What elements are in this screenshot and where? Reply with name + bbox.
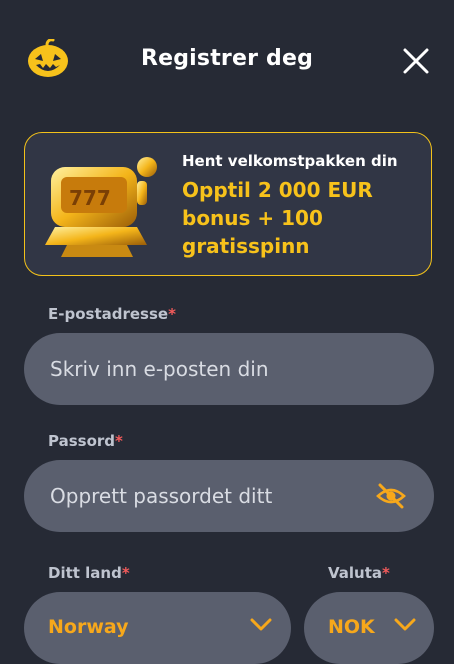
eye-off-icon[interactable] [376, 482, 406, 510]
email-label: E-postadresse* [48, 305, 176, 323]
required-marker: * [121, 564, 130, 582]
slot-machine-icon: 777 [45, 157, 157, 257]
password-label: Passord* [48, 432, 123, 450]
svg-text:777: 777 [69, 186, 111, 210]
password-field[interactable]: Opprett passordet ditt [24, 460, 434, 532]
required-marker: * [115, 432, 123, 450]
country-label: Ditt land* [48, 564, 130, 582]
required-marker: * [168, 305, 176, 323]
chevron-down-icon [394, 618, 416, 631]
email-placeholder: Skriv inn e-posten din [50, 357, 269, 381]
welcome-bonus-banner: 777 Hent velkomstpakken din Opptil 2 000… [24, 132, 432, 276]
email-field[interactable]: Skriv inn e-posten din [24, 333, 434, 405]
country-select[interactable]: Norway [24, 592, 291, 664]
required-marker: * [382, 564, 390, 582]
country-value: Norway [48, 616, 129, 638]
modal-header: Registrer deg [0, 0, 454, 120]
password-placeholder: Opprett passordet ditt [50, 484, 273, 508]
currency-value: NOK [328, 616, 375, 638]
currency-label: Valuta* [328, 564, 390, 582]
chevron-down-icon [250, 618, 272, 631]
close-icon[interactable] [401, 46, 431, 76]
promo-offer: Opptil 2 000 EUR bonus + 100 gratisspinn [182, 178, 373, 258]
page-title: Registrer deg [140, 46, 314, 71]
promo-subtitle: Hent velkomstpakken din [182, 152, 398, 170]
currency-select[interactable]: NOK [304, 592, 434, 664]
